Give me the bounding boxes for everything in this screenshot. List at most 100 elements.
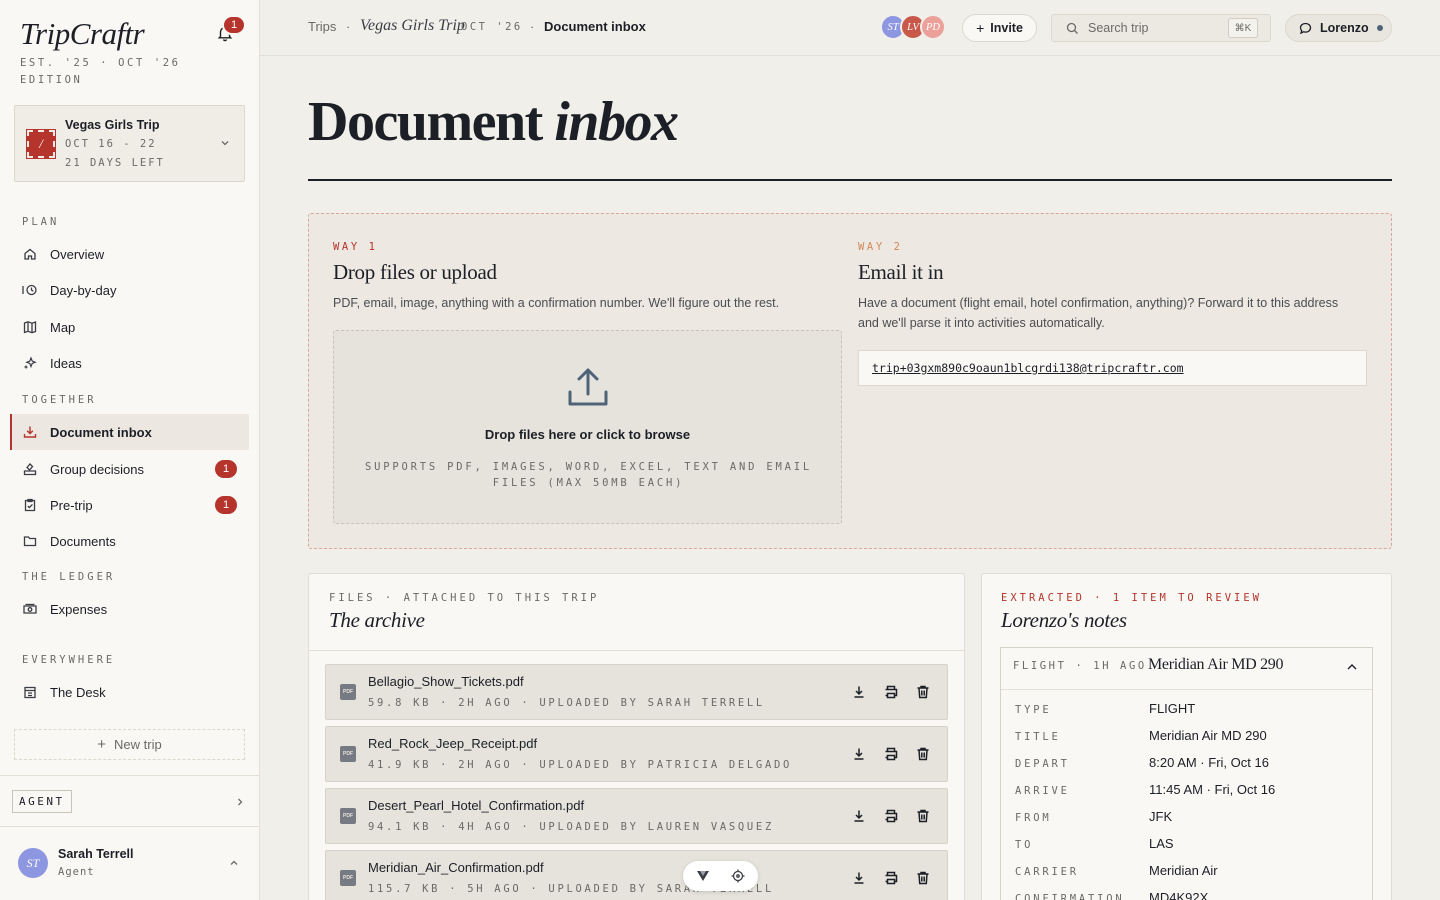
inbox-email-address[interactable]: trip+03gxm890c9oaun1blcgrdi138@tripcraft…: [858, 350, 1367, 386]
agent-panel-toggle[interactable]: AGENT: [0, 775, 259, 827]
sidebar-item-group-decisions[interactable]: Group decisions 1: [10, 451, 249, 487]
print-icon[interactable]: [883, 684, 899, 700]
chat-user-button[interactable]: Lorenzo: [1285, 14, 1392, 42]
current-user-name: Lorenzo: [1320, 21, 1369, 35]
print-icon[interactable]: [883, 746, 899, 762]
inbox-email-link[interactable]: trip+03gxm890c9oaun1blcgrdi138@tripcraft…: [872, 361, 1184, 375]
sidebar-item-day-by-day[interactable]: Day-by-day: [10, 272, 249, 308]
invite-button[interactable]: + Invite: [962, 14, 1037, 42]
avatar[interactable]: ST: [18, 848, 48, 878]
field-key: TITLE: [1015, 731, 1061, 743]
field-value: LAS: [1149, 836, 1174, 851]
print-icon[interactable]: [883, 808, 899, 824]
search-placeholder: Search trip: [1088, 21, 1149, 35]
nav-section-plan: PLAN: [22, 216, 60, 228]
sidebar-item-overview[interactable]: Overview: [10, 236, 249, 272]
sidebar-item-pre-trip[interactable]: Pre-trip 1: [10, 487, 249, 523]
desk-icon: [22, 684, 38, 700]
file-row[interactable]: PDF Red_Rock_Jeep_Receipt.pdf 41.9 KB · …: [325, 726, 948, 782]
chevron-up-icon[interactable]: [1346, 662, 1358, 672]
breadcrumb-trip[interactable]: Vegas Girls Trip: [360, 17, 465, 35]
dev-logo-icon[interactable]: [696, 869, 710, 883]
chevron-right-icon: [238, 798, 243, 806]
sidebar-item-label: Overview: [50, 246, 105, 262]
sidebar-item-the-desk[interactable]: The Desk: [10, 674, 249, 710]
breadcrumb-date: OCT '26: [461, 21, 523, 33]
sidebar-item-label: Day-by-day: [50, 282, 117, 298]
new-trip-label: New trip: [114, 737, 162, 752]
file-name[interactable]: Bellagio_Show_Tickets.pdf: [368, 674, 524, 689]
search-input[interactable]: Search trip ⌘K: [1051, 14, 1271, 42]
sidebar-item-documents[interactable]: Documents: [10, 523, 249, 559]
edition-label: EST. '25 · OCT '26 EDITION: [20, 57, 181, 86]
breadcrumb-current: Document inbox: [544, 19, 646, 34]
trash-icon[interactable]: [915, 684, 931, 700]
trip-switcher[interactable]: / Vegas Girls Trip OCT 16 - 22 21 DAYS L…: [14, 105, 245, 182]
item-kind: FLIGHT · 1H AGO: [1013, 660, 1147, 672]
way-2-label: WAY 2: [858, 241, 903, 253]
file-row[interactable]: PDF Desert_Pearl_Hotel_Confirmation.pdf …: [325, 788, 948, 844]
new-trip-button[interactable]: + New trip: [14, 729, 245, 760]
sidebar-item-ideas[interactable]: Ideas: [10, 345, 249, 381]
breadcrumb-separator: ·: [346, 19, 351, 34]
file-row[interactable]: PDF Meridian_Air_Confirmation.pdf 115.7 …: [325, 850, 948, 900]
trash-icon[interactable]: [915, 808, 931, 824]
dropzone-text: Drop files here or click to browse: [484, 427, 691, 442]
decisions-badge: 1: [215, 460, 237, 478]
archive-title: The archive: [329, 608, 425, 632]
sidebar-item-label: Pre-trip: [50, 497, 93, 513]
sparkle-icon: [22, 355, 38, 371]
breadcrumb-separator: ·: [530, 19, 535, 34]
trip-members[interactable]: ST LV PD: [880, 14, 950, 42]
clipboard-check-icon: [22, 497, 38, 513]
floating-toolbar[interactable]: [683, 861, 758, 891]
notification-badge: 1: [222, 15, 246, 35]
sidebar-item-label: Expenses: [50, 601, 108, 617]
file-name[interactable]: Red_Rock_Jeep_Receipt.pdf: [368, 736, 537, 751]
nav-section-together: TOGETHER: [22, 394, 97, 406]
file-row[interactable]: PDF Bellagio_Show_Tickets.pdf 59.8 KB · …: [325, 664, 948, 720]
page-title-italic: inbox: [554, 91, 679, 153]
extracted-item-card: FLIGHT · 1H AGO Meridian Air MD 290 TYPE…: [1000, 647, 1373, 900]
title-divider: [308, 179, 1392, 181]
nav-section-ledger: THE LEDGER: [22, 571, 116, 583]
file-dropzone[interactable]: Drop files here or click to browse SUPPO…: [333, 330, 842, 524]
extracted-item-header[interactable]: FLIGHT · 1H AGO Meridian Air MD 290: [1001, 648, 1372, 690]
field-value: JFK: [1149, 809, 1173, 824]
trip-dates: OCT 16 - 22: [65, 138, 157, 150]
sidebar-item-map[interactable]: Map: [10, 309, 249, 345]
user-name: Sarah Terrell: [58, 847, 134, 861]
field-key: CARRIER: [1015, 866, 1079, 878]
pdf-file-icon: PDF: [340, 870, 356, 886]
file-name[interactable]: Meridian_Air_Confirmation.pdf: [368, 860, 544, 875]
download-icon[interactable]: [851, 684, 867, 700]
sidebar-item-document-inbox[interactable]: Document inbox: [10, 414, 249, 450]
pdf-file-icon: PDF: [340, 684, 356, 700]
trip-name: Vegas Girls Trip: [65, 118, 160, 132]
member-avatar[interactable]: PD: [920, 14, 946, 40]
sidebar-item-expenses[interactable]: Expenses: [10, 591, 249, 627]
timeline-clock-icon: [22, 282, 38, 298]
print-icon[interactable]: [883, 870, 899, 886]
trash-icon[interactable]: [915, 870, 931, 886]
plus-icon: +: [97, 736, 107, 753]
download-icon[interactable]: [851, 746, 867, 762]
file-name[interactable]: Desert_Pearl_Hotel_Confirmation.pdf: [368, 798, 584, 813]
sidebar-item-label: Group decisions: [50, 461, 144, 477]
upload-ways-panel: WAY 1 Drop files or upload PDF, email, i…: [308, 213, 1392, 549]
trash-icon[interactable]: [915, 746, 931, 762]
pdf-file-icon: PDF: [340, 746, 356, 762]
breadcrumb-trips[interactable]: Trips: [308, 19, 336, 34]
target-icon[interactable]: [731, 869, 745, 883]
field-key: TO: [1015, 839, 1034, 851]
chevron-up-icon[interactable]: [229, 859, 239, 867]
download-icon[interactable]: [851, 870, 867, 886]
pdf-file-icon: PDF: [340, 808, 356, 824]
app-logo[interactable]: TripCraftr: [20, 16, 145, 52]
way-2-description: Have a document (flight email, hotel con…: [858, 296, 1339, 330]
page-title: Document inbox: [308, 90, 679, 154]
download-icon[interactable]: [851, 808, 867, 824]
sidebar-item-label: Document inbox: [50, 424, 152, 440]
user-role: Agent: [58, 866, 95, 878]
home-icon: [22, 246, 38, 262]
